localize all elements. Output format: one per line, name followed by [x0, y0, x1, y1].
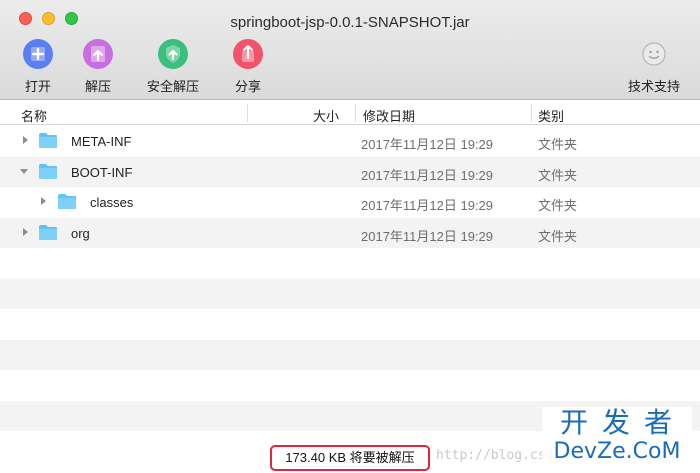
- disclosure-right-icon[interactable]: [38, 196, 48, 206]
- disclosure-right-icon[interactable]: [20, 135, 30, 145]
- item-date: 2017年11月12日 19:29: [361, 167, 494, 183]
- share-icon: [233, 39, 263, 69]
- item-name: org: [71, 225, 90, 241]
- item-kind: 文件夹: [538, 167, 578, 183]
- item-kind: 文件夹: [538, 198, 578, 213]
- safe-extract-label: 安全解压: [146, 79, 199, 94]
- folder-icon: [39, 133, 57, 148]
- open-icon: [23, 39, 53, 69]
- extract-icon: [83, 39, 113, 69]
- share-button[interactable]: 分享: [208, 38, 288, 95]
- column-header: 名称 大小 修改日期 类别: [0, 101, 700, 125]
- item-name: classes: [90, 195, 134, 210]
- title-toolbar: springboot-jsp-0.0.1-SNAPSHOT.jar 打开 解压: [0, 0, 700, 100]
- list-item-boot-inf[interactable]: BOOT-INF 2017年11月12日 19:29 文件夹: [0, 156, 700, 187]
- status-extract-size: 173.40 KB 将要被解压: [270, 445, 430, 471]
- empty-row: [0, 278, 700, 309]
- item-kind: 文件夹: [538, 228, 578, 244]
- logo-top-text: 开发者: [559, 406, 686, 439]
- empty-row: [0, 370, 700, 401]
- column-modified[interactable]: 修改日期: [363, 106, 415, 125]
- support-button[interactable]: 技术支持: [614, 38, 694, 95]
- column-name[interactable]: 名称: [21, 106, 47, 125]
- file-list: META-INF 2017年11月12日 19:29 文件夹 BOOT-INF …: [0, 126, 700, 431]
- column-size[interactable]: 大小: [313, 106, 339, 125]
- support-label: 技术支持: [627, 79, 680, 94]
- column-separator: [531, 104, 532, 122]
- item-date: 2017年11月12日 19:29: [361, 137, 494, 152]
- item-name: META-INF: [71, 134, 132, 149]
- column-separator: [247, 104, 248, 122]
- folder-icon: [39, 163, 57, 179]
- item-date: 2017年11月12日 19:29: [361, 198, 494, 213]
- disclosure-down-icon[interactable]: [19, 166, 29, 176]
- site-logo: 开发者 DevZe.CoM: [542, 407, 692, 467]
- safe-extract-button[interactable]: 安全解压: [133, 38, 213, 95]
- share-label: 分享: [234, 79, 261, 94]
- item-kind: 文件夹: [538, 137, 578, 152]
- empty-row: [0, 248, 700, 279]
- folder-icon: [58, 194, 76, 209]
- column-kind[interactable]: 类别: [538, 106, 564, 125]
- item-date: 2017年11月12日 19:29: [361, 228, 494, 244]
- extract-label: 解压: [84, 79, 111, 94]
- archive-window: springboot-jsp-0.0.1-SNAPSHOT.jar 打开 解压: [0, 0, 700, 473]
- support-smiley-icon: [642, 42, 666, 66]
- watermark-text: http://blog.csd: [436, 448, 554, 463]
- empty-row: [0, 339, 700, 370]
- column-separator: [355, 104, 356, 122]
- list-item-classes[interactable]: classes 2017年11月12日 19:29 文件夹: [0, 187, 700, 218]
- list-item-meta-inf[interactable]: META-INF 2017年11月12日 19:29 文件夹: [0, 126, 700, 157]
- logo-bottom-text: DevZe.CoM: [553, 439, 681, 464]
- folder-icon: [39, 224, 57, 240]
- shield-icon: [158, 39, 188, 69]
- window-title: springboot-jsp-0.0.1-SNAPSHOT.jar: [230, 14, 470, 31]
- list-item-org[interactable]: org 2017年11月12日 19:29 文件夹: [0, 217, 700, 248]
- extract-button[interactable]: 解压: [58, 38, 138, 95]
- item-name: BOOT-INF: [71, 164, 133, 180]
- empty-row: [0, 309, 700, 340]
- disclosure-right-icon[interactable]: [20, 227, 30, 237]
